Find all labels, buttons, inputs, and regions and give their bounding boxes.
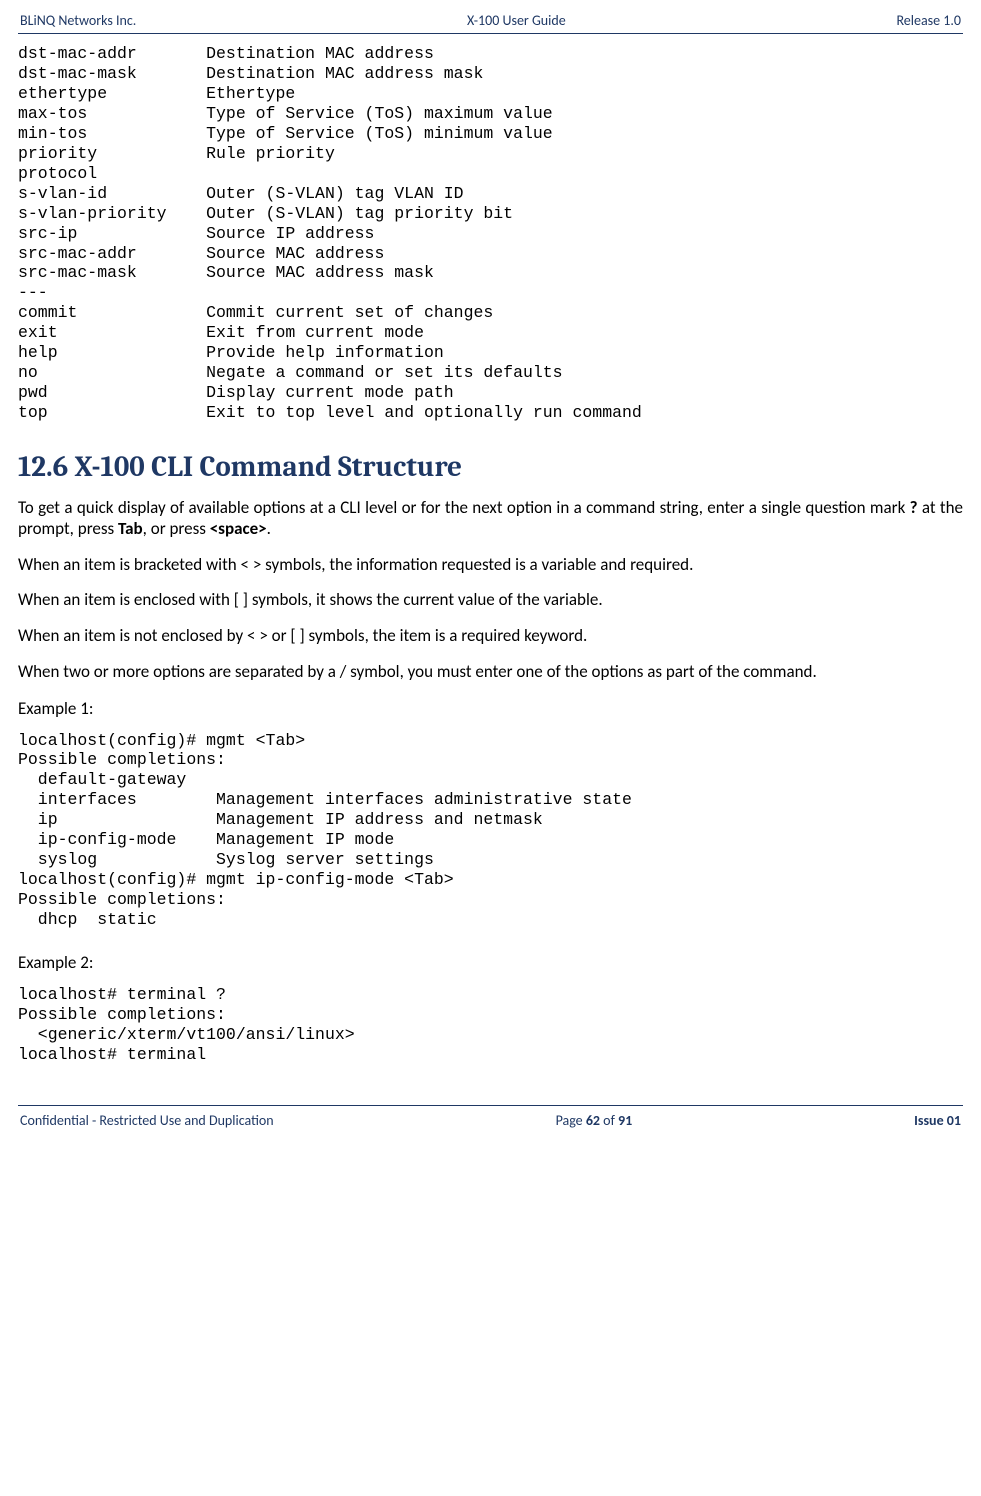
text: , or press	[143, 518, 210, 539]
page-total: 91	[618, 1112, 632, 1129]
page-content: dst-mac-addr Destination MAC address dst…	[18, 34, 963, 1065]
example-2-code: localhost# terminal ? Possible completio…	[18, 985, 963, 1065]
footer-right: Issue 01	[914, 1112, 961, 1129]
footer-center: Page 62 of 91	[556, 1112, 633, 1129]
page-number: 62	[586, 1112, 600, 1129]
text: Page	[556, 1112, 586, 1129]
page-header: BLiNQ Networks Inc. X-100 User Guide Rel…	[18, 12, 963, 34]
paragraph-3: When an item is enclosed with [ ] symbol…	[18, 590, 963, 611]
text: .	[267, 518, 271, 539]
page: BLiNQ Networks Inc. X-100 User Guide Rel…	[0, 0, 981, 1139]
bold-tab: Tab	[118, 518, 143, 539]
paragraph-1: To get a quick display of available opti…	[18, 498, 963, 539]
bold-space: <space>	[210, 518, 267, 539]
header-right: Release 1.0	[896, 12, 961, 29]
header-left: BLiNQ Networks Inc.	[20, 12, 136, 29]
paragraph-2: When an item is bracketed with < > symbo…	[18, 555, 963, 576]
text: of	[600, 1112, 618, 1129]
page-footer: Confidential - Restricted Use and Duplic…	[18, 1105, 963, 1129]
header-center: X-100 User Guide	[467, 12, 566, 29]
bold-question-mark: ?	[910, 497, 918, 518]
paragraph-4: When an item is not enclosed by < > or […	[18, 626, 963, 647]
cli-options-block: dst-mac-addr Destination MAC address dst…	[18, 44, 963, 423]
example-1-code: localhost(config)# mgmt <Tab> Possible c…	[18, 731, 963, 931]
example-1-label: Example 1:	[18, 698, 963, 719]
example-2-label: Example 2:	[18, 952, 963, 973]
paragraph-5: When two or more options are separated b…	[18, 662, 963, 683]
text: To get a quick display of available opti…	[18, 497, 910, 518]
section-heading: 12.6 X-100 CLI Command Structure	[18, 451, 963, 484]
footer-left: Confidential - Restricted Use and Duplic…	[20, 1112, 274, 1129]
